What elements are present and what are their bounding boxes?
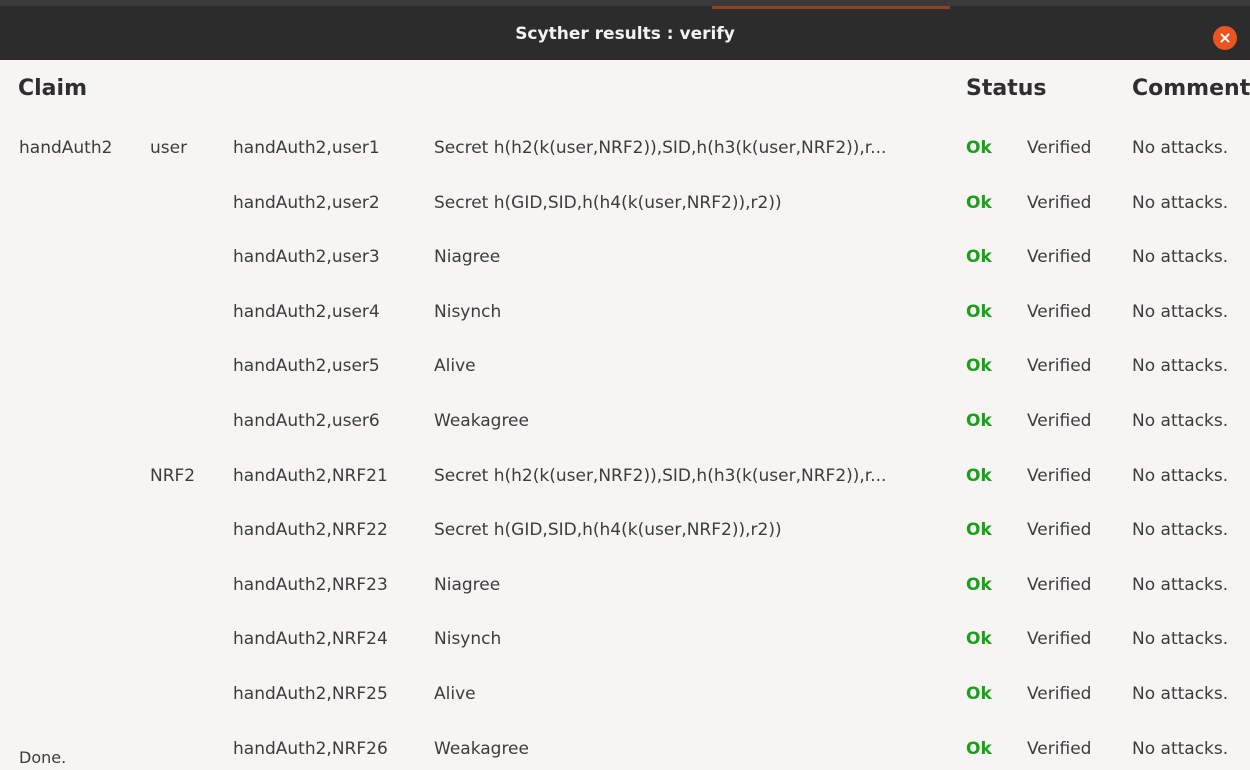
verdict-text: Verified: [1027, 739, 1092, 759]
claim-text: Secret h(GID,SID,h(h4(k(user,NRF2)),r2)): [434, 193, 782, 213]
status-ok: Ok: [966, 739, 992, 759]
table-row[interactable]: handAuth2,user2 Secret h(GID,SID,h(h4(k(u…: [0, 186, 1250, 220]
protocol-name: handAuth2: [19, 138, 113, 158]
table-row[interactable]: handAuth2,NRF22 Secret h(GID,SID,h(h4(k(u…: [0, 513, 1250, 547]
table-row[interactable]: handAuth2,NRF25 Alive Ok Verified No attacks…: [0, 677, 1250, 711]
status-ok: Ok: [966, 356, 992, 376]
close-icon[interactable]: [1213, 26, 1237, 50]
verdict-text: Verified: [1027, 247, 1092, 267]
table-row[interactable]: handAuth2,user4 Nisynch Ok Verified No attac…: [0, 295, 1250, 329]
comment-text: No attacks.: [1132, 356, 1229, 376]
column-header-claim[interactable]: Claim: [18, 76, 87, 101]
verdict-text: Verified: [1027, 575, 1092, 595]
table-row[interactable]: handAuth2,user3 Niagree Ok Verified No attac…: [0, 240, 1250, 274]
claim-text: Alive: [434, 684, 476, 704]
verdict-text: Verified: [1027, 138, 1092, 158]
table-row[interactable]: handAuth2,user5 Alive Ok Verified No attacks…: [0, 349, 1250, 383]
table-row[interactable]: handAuth2,NRF23 Niagree Ok Verified No attac…: [0, 568, 1250, 602]
status-ok: Ok: [966, 684, 992, 704]
claim-text: Secret h(h2(k(user,NRF2)),SID,h(h3(k(use…: [434, 138, 887, 158]
comment-text: No attacks.: [1132, 684, 1229, 704]
window-title: Scyther results : verify: [515, 24, 735, 44]
claim-id: handAuth2,NRF24: [233, 629, 388, 649]
comment-text: No attacks.: [1132, 302, 1229, 322]
verdict-text: Verified: [1027, 411, 1092, 431]
comment-text: No attacks.: [1132, 193, 1229, 213]
comment-text: No attacks.: [1132, 575, 1229, 595]
claim-id: handAuth2,NRF22: [233, 520, 388, 540]
claim-text: Nisynch: [434, 629, 502, 649]
claim-text: Secret h(GID,SID,h(h4(k(user,NRF2)),r2)): [434, 520, 782, 540]
claim-text: Nisynch: [434, 302, 502, 322]
status-ok: Ok: [966, 629, 992, 649]
title-bar-accent: [712, 6, 950, 9]
comment-text: No attacks.: [1132, 411, 1229, 431]
table-row[interactable]: NRF2 handAuth2,NRF21 Secret h(h2(k(user,NR…: [0, 459, 1250, 493]
verdict-text: Verified: [1027, 193, 1092, 213]
table-row[interactable]: handAuth2,NRF26 Weakagree Ok Verified No att…: [0, 732, 1250, 766]
table-row[interactable]: handAuth2,NRF24 Nisynch Ok Verified No attac…: [0, 622, 1250, 656]
results-window: Scyther results : verify Claim Status Co…: [0, 0, 1250, 770]
status-ok: Ok: [966, 247, 992, 267]
column-header-status[interactable]: Status: [966, 76, 1046, 101]
verdict-text: Verified: [1027, 302, 1092, 322]
claim-text: Niagree: [434, 247, 501, 267]
claim-id: handAuth2,NRF26: [233, 739, 388, 759]
comment-text: No attacks.: [1132, 138, 1229, 158]
verdict-text: Verified: [1027, 684, 1092, 704]
claim-text: Alive: [434, 356, 476, 376]
verdict-text: Verified: [1027, 356, 1092, 376]
claim-id: handAuth2,NRF21: [233, 466, 388, 486]
comment-text: No attacks.: [1132, 520, 1229, 540]
comment-text: No attacks.: [1132, 739, 1229, 759]
status-ok: Ok: [966, 466, 992, 486]
table-row[interactable]: handAuth2 user handAuth2,user1 Secret h(h2(…: [0, 131, 1250, 165]
claim-text: Secret h(h2(k(user,NRF2)),SID,h(h3(k(use…: [434, 466, 887, 486]
comment-text: No attacks.: [1132, 466, 1229, 486]
claim-id: handAuth2,user4: [233, 302, 380, 322]
status-text: Done.: [19, 748, 67, 767]
comment-text: No attacks.: [1132, 629, 1229, 649]
comment-text: No attacks.: [1132, 247, 1229, 267]
verdict-text: Verified: [1027, 629, 1092, 649]
status-ok: Ok: [966, 520, 992, 540]
claim-text: Weakagree: [434, 411, 529, 431]
claim-id: handAuth2,user2: [233, 193, 380, 213]
claim-id: handAuth2,user3: [233, 247, 380, 267]
role-name: user: [150, 138, 188, 158]
claim-text: Weakagree: [434, 739, 529, 759]
status-ok: Ok: [966, 411, 992, 431]
status-ok: Ok: [966, 193, 992, 213]
claim-text: Niagree: [434, 575, 501, 595]
status-ok: Ok: [966, 575, 992, 595]
table-row[interactable]: handAuth2,user6 Weakagree Ok Verified No att…: [0, 404, 1250, 438]
status-ok: Ok: [966, 302, 992, 322]
status-ok: Ok: [966, 138, 992, 158]
claim-id: handAuth2,NRF25: [233, 684, 388, 704]
claim-id: handAuth2,user5: [233, 356, 380, 376]
claim-id: handAuth2,NRF23: [233, 575, 388, 595]
verdict-text: Verified: [1027, 466, 1092, 486]
claim-id: handAuth2,user1: [233, 138, 380, 158]
column-header-comments[interactable]: Comments: [1132, 76, 1250, 101]
verdict-text: Verified: [1027, 520, 1092, 540]
claim-id: handAuth2,user6: [233, 411, 380, 431]
role-name: NRF2: [150, 466, 196, 486]
title-bar[interactable]: Scyther results : verify: [0, 0, 1250, 60]
